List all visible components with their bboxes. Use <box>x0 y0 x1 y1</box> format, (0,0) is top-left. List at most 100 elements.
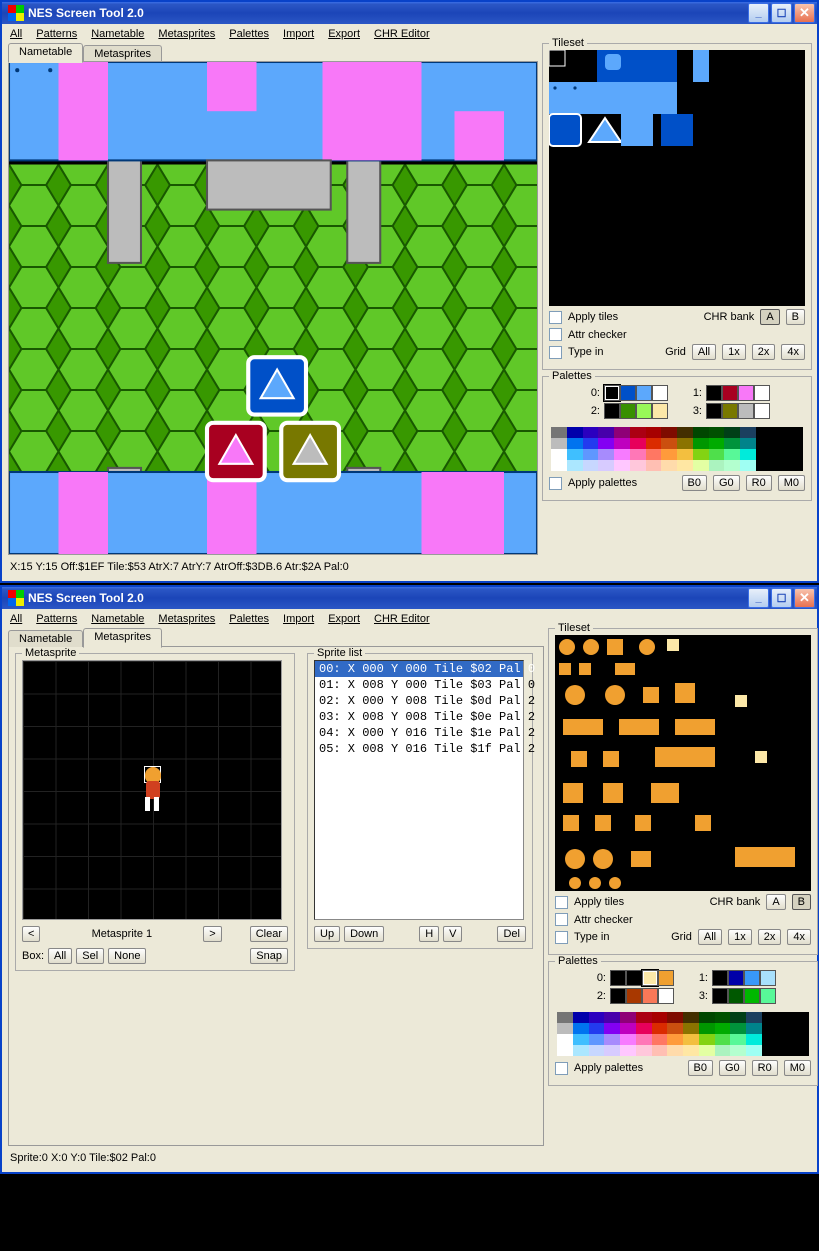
box-all-button[interactable]: All <box>48 948 72 964</box>
palette-color[interactable] <box>604 403 620 419</box>
master-palette-cell[interactable] <box>551 427 567 438</box>
g0-button[interactable]: G0 <box>713 475 740 491</box>
next-metasprite-button[interactable]: > <box>203 926 221 942</box>
attr-checker-checkbox[interactable] <box>549 328 562 341</box>
menu-import[interactable]: Import <box>283 613 314 625</box>
master-palette-cell[interactable] <box>746 1023 762 1034</box>
master-palette-cell[interactable] <box>573 1023 589 1034</box>
r0-button[interactable]: R0 <box>752 1060 778 1076</box>
palette-color[interactable] <box>652 385 668 401</box>
chr-bank-a-button[interactable]: A <box>760 309 779 325</box>
master-palette-cell[interactable] <box>724 438 740 449</box>
master-palette-cell[interactable] <box>762 1034 778 1045</box>
master-palette-cell[interactable] <box>762 1045 778 1056</box>
master-palette-cell[interactable] <box>567 427 583 438</box>
master-palette-cell[interactable] <box>620 1045 636 1056</box>
master-palette-cell[interactable] <box>693 460 709 471</box>
master-palette-cell[interactable] <box>589 1012 605 1023</box>
master-palette-cell[interactable] <box>756 449 772 460</box>
minimize-button[interactable]: _ <box>748 3 769 23</box>
master-palette-cell[interactable] <box>661 460 677 471</box>
master-palette-cell[interactable] <box>551 449 567 460</box>
palette-color[interactable] <box>706 385 722 401</box>
master-palette-cell[interactable] <box>652 1023 668 1034</box>
type-in-checkbox[interactable] <box>549 346 562 359</box>
palette-color[interactable] <box>620 403 636 419</box>
master-palette-cell[interactable] <box>740 438 756 449</box>
grid-all-button[interactable]: All <box>692 344 716 360</box>
master-palette-cell[interactable] <box>583 460 599 471</box>
master-palette-cell[interactable] <box>724 427 740 438</box>
master-palette-cell[interactable] <box>762 1023 778 1034</box>
type-in-checkbox[interactable] <box>555 931 568 944</box>
menu-patterns[interactable]: Patterns <box>36 613 77 625</box>
master-palette-cell[interactable] <box>598 438 614 449</box>
palette-color[interactable] <box>658 970 674 986</box>
master-palette-cell[interactable] <box>630 449 646 460</box>
master-palette-cell[interactable] <box>652 1045 668 1056</box>
master-palette-cell[interactable] <box>746 1034 762 1045</box>
tab-nametable[interactable]: Nametable <box>8 630 83 647</box>
master-palette-cell[interactable] <box>661 449 677 460</box>
master-palette-cell[interactable] <box>557 1034 573 1045</box>
chr-bank-a-button[interactable]: A <box>766 894 785 910</box>
master-palette-cell[interactable] <box>724 449 740 460</box>
master-palette-cell[interactable] <box>683 1034 699 1045</box>
menu-metasprites[interactable]: Metasprites <box>158 613 215 625</box>
master-palette-cell[interactable] <box>661 427 677 438</box>
master-palette-cell[interactable] <box>756 427 772 438</box>
menu-palettes[interactable]: Palettes <box>229 28 269 40</box>
menu-chr-editor[interactable]: CHR Editor <box>374 28 430 40</box>
grid-2x-button[interactable]: 2x <box>758 929 782 945</box>
palette-color[interactable] <box>712 988 728 1004</box>
tab-metasprites[interactable]: Metasprites <box>83 628 162 648</box>
grid-1x-button[interactable]: 1x <box>722 344 746 360</box>
master-palette-cell[interactable] <box>667 1034 683 1045</box>
clear-button[interactable]: Clear <box>250 926 288 942</box>
palette-color[interactable] <box>658 988 674 1004</box>
palette-color[interactable] <box>604 385 620 401</box>
master-palette-cell[interactable] <box>614 460 630 471</box>
grid-4x-button[interactable]: 4x <box>781 344 805 360</box>
master-palette[interactable] <box>557 1012 809 1056</box>
master-palette-cell[interactable] <box>573 1012 589 1023</box>
palette-color[interactable] <box>620 385 636 401</box>
master-palette-cell[interactable] <box>693 438 709 449</box>
sprite-down-button[interactable]: Down <box>344 926 384 942</box>
palette-color[interactable] <box>652 403 668 419</box>
m0-button[interactable]: M0 <box>778 475 805 491</box>
maximize-button[interactable]: ☐ <box>771 3 792 23</box>
master-palette-cell[interactable] <box>646 460 662 471</box>
master-palette-cell[interactable] <box>567 449 583 460</box>
master-palette-cell[interactable] <box>709 427 725 438</box>
master-palette-cell[interactable] <box>604 1023 620 1034</box>
master-palette-cell[interactable] <box>583 438 599 449</box>
master-palette-cell[interactable] <box>709 460 725 471</box>
master-palette-cell[interactable] <box>667 1012 683 1023</box>
titlebar[interactable]: NES Screen Tool 2.0 _ ☐ ✕ <box>2 585 817 609</box>
master-palette-cell[interactable] <box>699 1023 715 1034</box>
master-palette-cell[interactable] <box>677 449 693 460</box>
master-palette-cell[interactable] <box>667 1023 683 1034</box>
master-palette-cell[interactable] <box>583 427 599 438</box>
box-sel-button[interactable]: Sel <box>76 948 104 964</box>
sprite-list-item[interactable]: 02: X 000 Y 008 Tile $0d Pal 2 <box>315 693 523 709</box>
master-palette-cell[interactable] <box>551 460 567 471</box>
master-palette-cell[interactable] <box>740 449 756 460</box>
tileset-canvas[interactable] <box>549 50 805 306</box>
titlebar[interactable]: NES Screen Tool 2.0 _ ☐ ✕ <box>2 0 817 24</box>
master-palette-cell[interactable] <box>709 449 725 460</box>
master-palette-cell[interactable] <box>573 1045 589 1056</box>
palette-color[interactable] <box>636 385 652 401</box>
master-palette-cell[interactable] <box>724 460 740 471</box>
menu-export[interactable]: Export <box>328 613 360 625</box>
master-palette-cell[interactable] <box>677 460 693 471</box>
master-palette-cell[interactable] <box>677 427 693 438</box>
master-palette-cell[interactable] <box>646 438 662 449</box>
palette-color[interactable] <box>636 403 652 419</box>
sprite-listbox[interactable]: 00: X 000 Y 000 Tile $02 Pal 001: X 008 … <box>314 660 524 920</box>
master-palette-cell[interactable] <box>604 1012 620 1023</box>
master-palette-cell[interactable] <box>699 1045 715 1056</box>
sprite-list-item[interactable]: 04: X 000 Y 016 Tile $1e Pal 2 <box>315 725 523 741</box>
master-palette-cell[interactable] <box>604 1045 620 1056</box>
